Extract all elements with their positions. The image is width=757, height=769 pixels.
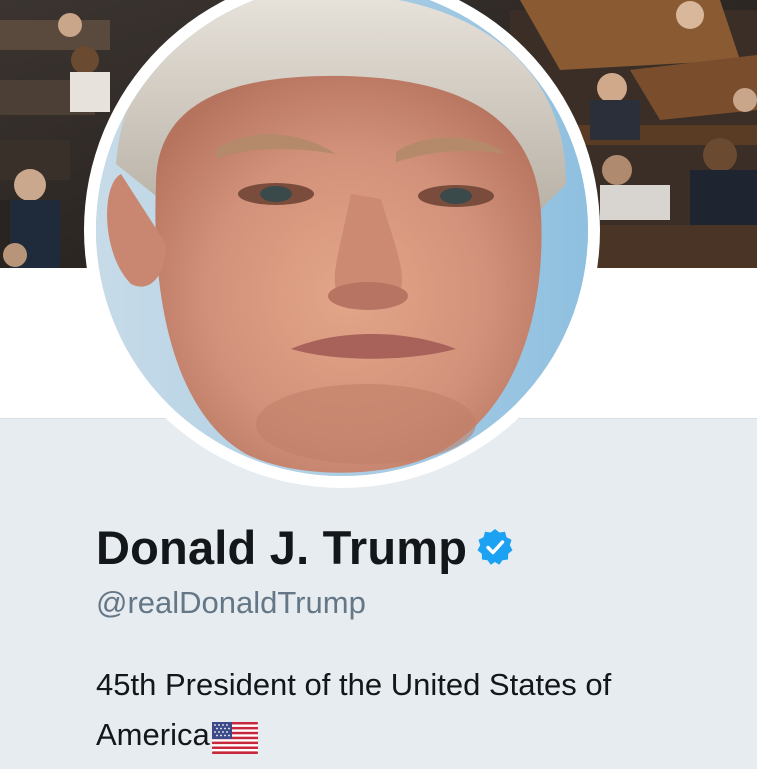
profile-handle[interactable]: @realDonaldTrump bbox=[96, 585, 366, 621]
bio-line-2: America bbox=[96, 710, 258, 760]
bio-line-2-text: America bbox=[96, 717, 210, 752]
profile-photo bbox=[96, 0, 588, 476]
profile-name-row: Donald J. Trump bbox=[96, 517, 515, 577]
profile-bio: 45th President of the United States of A… bbox=[96, 660, 736, 760]
profile-display-name[interactable]: Donald J. Trump bbox=[96, 520, 467, 575]
bio-line-1: 45th President of the United States of bbox=[96, 667, 612, 702]
verified-badge-icon bbox=[475, 527, 515, 567]
us-flag-icon bbox=[211, 719, 258, 754]
